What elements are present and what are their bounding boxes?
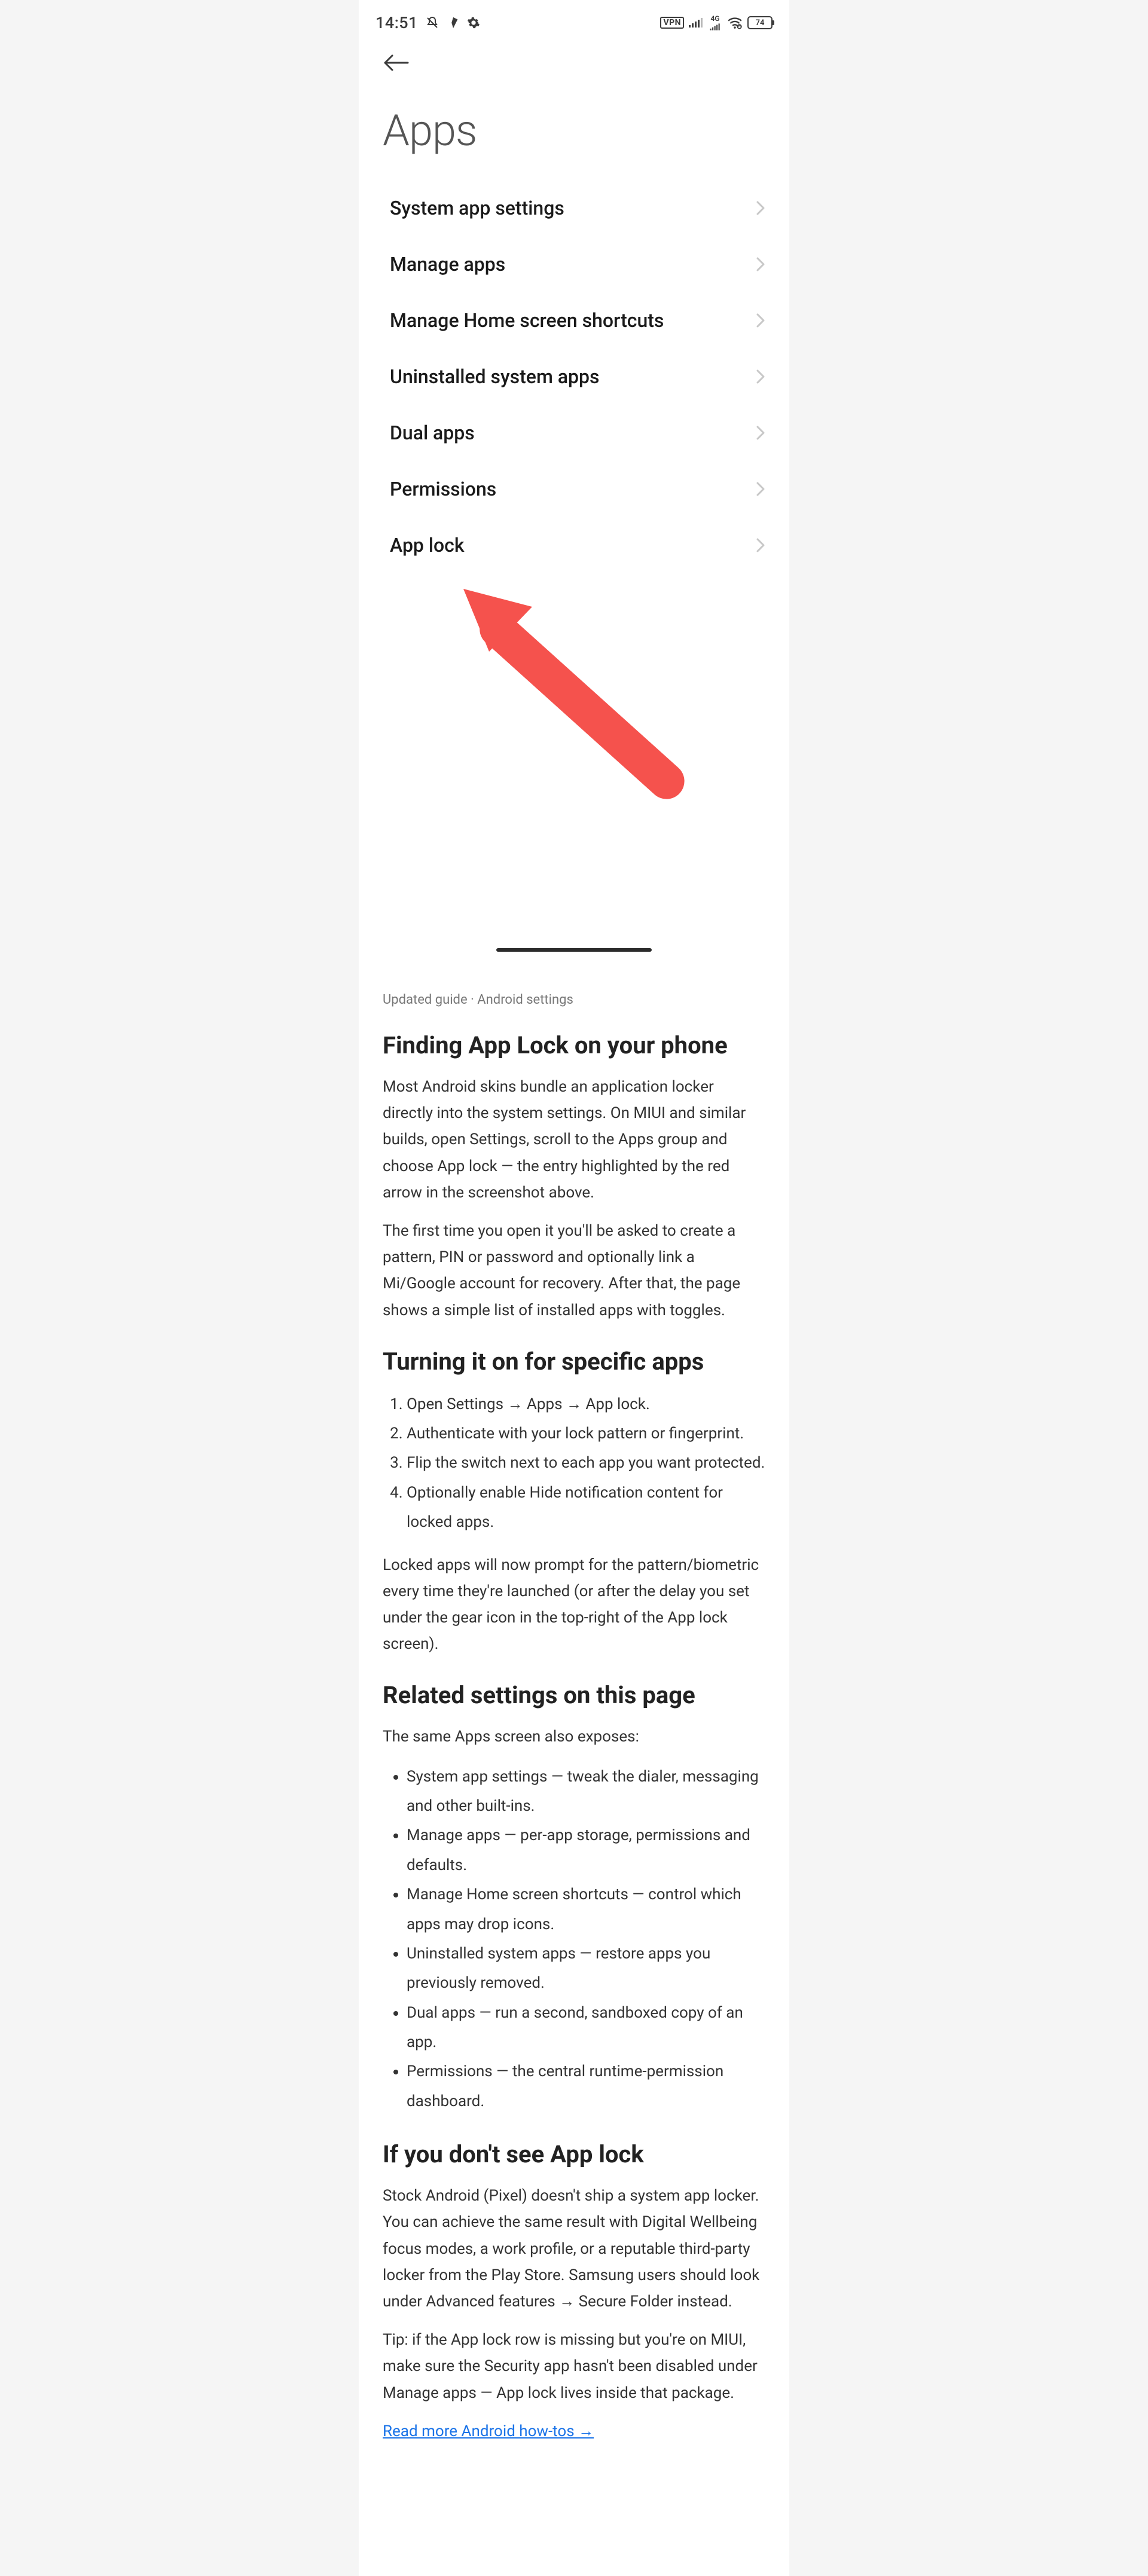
chevron-right-icon — [756, 200, 765, 216]
article-heading: Related settings on this page — [383, 1681, 765, 1709]
list-item-home-shortcuts[interactable]: Manage Home screen shortcuts — [359, 292, 789, 349]
article-list-item: Flip the switch next to each app you wan… — [407, 1449, 765, 1478]
list-item-label: Dual apps — [390, 421, 475, 444]
check-icon — [447, 16, 460, 29]
mute-icon — [425, 16, 439, 30]
article-more-link[interactable]: Read more Android how-tos → — [383, 2422, 594, 2440]
list-item-label: Manage Home screen shortcuts — [390, 309, 664, 332]
list-item-permissions[interactable]: Permissions — [359, 461, 789, 517]
chevron-right-icon — [756, 256, 765, 272]
article-heading: Finding App Lock on your phone — [383, 1031, 765, 1059]
article-heading: If you don't see App lock — [383, 2140, 765, 2168]
list-item-label: Permissions — [390, 478, 496, 500]
article-list-item: System app settings — tweak the dialer, … — [407, 1762, 765, 1822]
network-type-label: 4G — [710, 15, 719, 22]
status-bar: 14:51 — [359, 0, 789, 35]
back-button[interactable] — [383, 53, 410, 73]
chevron-right-icon — [756, 425, 765, 441]
article-paragraph: Tip: if the App lock row is missing but … — [383, 2327, 765, 2406]
article-paragraph: Locked apps will now prompt for the patt… — [383, 1552, 765, 1658]
article-list-item: Permissions — the central runtime-permis… — [407, 2057, 765, 2116]
article-ordered-list: Open Settings → Apps → App lock. Authent… — [407, 1390, 765, 1538]
list-item-system-app-settings[interactable]: System app settings — [359, 180, 789, 236]
article-list-item: Dual apps — run a second, sandboxed copy… — [407, 1999, 765, 2058]
article-list-item: Authenticate with your lock pattern or f… — [407, 1419, 765, 1449]
article-paragraph: Stock Android (Pixel) doesn't ship a sys… — [383, 2183, 765, 2315]
list-item-label: Manage apps — [390, 253, 505, 276]
chevron-right-icon — [756, 313, 765, 328]
signal-2-group: 4G — [708, 15, 722, 31]
article-paragraph: Most Android skins bundle an application… — [383, 1074, 765, 1206]
chevron-right-icon — [756, 481, 765, 497]
article-heading: Turning it on for specific apps — [383, 1347, 765, 1376]
battery-percent: 74 — [756, 19, 765, 27]
list-item-dual-apps[interactable]: Dual apps — [359, 405, 789, 461]
article-list-item: Optionally enable Hide notification cont… — [407, 1478, 765, 1538]
article-list-item: Open Settings → Apps → App lock. — [407, 1390, 765, 1419]
article-list-item: Manage apps — per-app storage, permissio… — [407, 1821, 765, 1880]
signal-1-icon — [689, 17, 703, 29]
vpn-badge: VPN — [660, 17, 684, 29]
status-time: 14:51 — [375, 13, 418, 32]
list-item-app-lock[interactable]: App lock — [359, 517, 789, 573]
phone-frame: 14:51 — [359, 0, 789, 957]
list-item-uninstalled-system-apps[interactable]: Uninstalled system apps — [359, 349, 789, 405]
battery-icon: 74 — [747, 16, 773, 29]
article-meta: Updated guide · Android settings — [383, 992, 765, 1007]
list-item-label: App lock — [390, 534, 465, 557]
article-list-item: Uninstalled system apps — restore apps y… — [407, 1939, 765, 1999]
article-unordered-list: System app settings — tweak the dialer, … — [407, 1762, 765, 2117]
list-item-label: System app settings — [390, 197, 564, 219]
annotation-arrow-icon — [454, 586, 718, 825]
chevron-right-icon — [756, 537, 765, 553]
chevron-right-icon — [756, 369, 765, 384]
settings-list: System app settings Manage apps Manage H… — [359, 180, 789, 573]
wifi-icon — [727, 16, 743, 29]
article-list-item: Manage Home screen shortcuts — control w… — [407, 1880, 765, 1939]
article-paragraph: The same Apps screen also exposes: — [383, 1724, 765, 1750]
home-indicator[interactable] — [496, 948, 652, 952]
gear-icon — [467, 16, 480, 29]
article-paragraph: The first time you open it you'll be ask… — [383, 1218, 765, 1324]
article-body: Updated guide · Android settings Finding… — [359, 957, 789, 2576]
page-title: Apps — [359, 81, 789, 180]
list-item-label: Uninstalled system apps — [390, 365, 599, 388]
list-item-manage-apps[interactable]: Manage apps — [359, 236, 789, 292]
